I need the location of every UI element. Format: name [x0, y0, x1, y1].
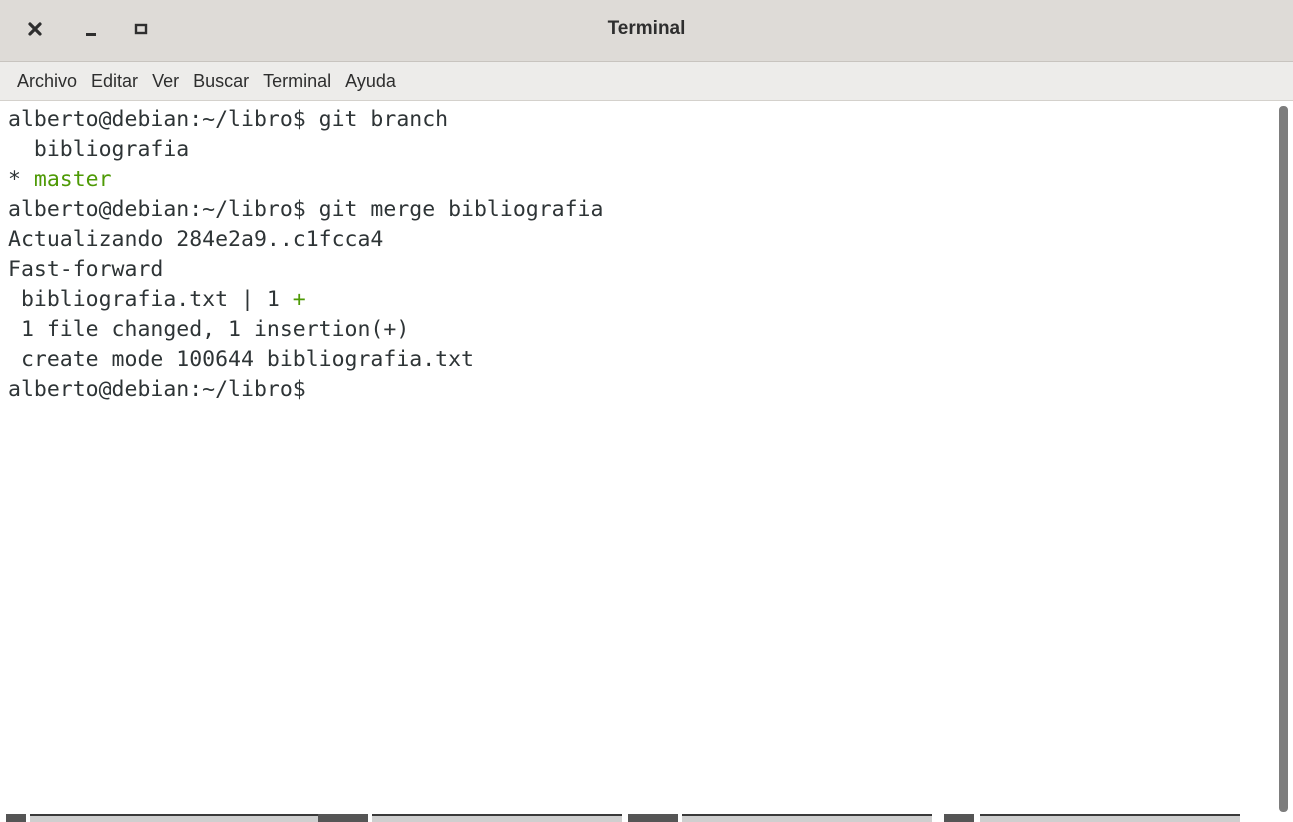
terminal-output[interactable]: alberto@debian:~/libro$ git branch bibli…: [0, 101, 1271, 815]
line-text: Actualizando 284e2a9..c1fcca4: [8, 227, 384, 252]
terminal-prompt-line: alberto@debian:~/libro$: [8, 375, 1271, 405]
menu-bar: Archivo Editar Ver Buscar Terminal Ayuda: [0, 62, 1293, 101]
terminal-window: Terminal Archivo Editar Ver Buscar Termi…: [0, 0, 1293, 822]
taskbar-item: [980, 814, 1240, 822]
terminal-line: alberto@debian:~/libro$ git merge biblio…: [8, 195, 1271, 225]
menu-buscar[interactable]: Buscar: [187, 67, 255, 96]
scrollbar[interactable]: [1271, 101, 1293, 822]
window-title: Terminal: [607, 18, 686, 39]
terminal-line: 1 file changed, 1 insertion(+): [8, 315, 1271, 345]
current-branch: master: [33, 167, 112, 192]
taskbar-item: [682, 814, 932, 822]
line-prefix: bibliografia.txt | 1: [8, 287, 293, 312]
terminal-line: Actualizando 284e2a9..c1fcca4: [8, 225, 1271, 255]
menu-ayuda[interactable]: Ayuda: [339, 67, 402, 96]
terminal-line: bibliografia: [8, 135, 1271, 165]
taskbar-app-icon: [318, 814, 368, 822]
line-text: Fast-forward: [8, 257, 164, 282]
title-bar[interactable]: Terminal: [0, 0, 1293, 62]
taskbar-app-icon: [6, 814, 26, 822]
menu-archivo[interactable]: Archivo: [11, 67, 83, 96]
background-taskbar: [0, 812, 1293, 822]
taskbar-item: [30, 814, 320, 822]
menu-editar[interactable]: Editar: [85, 67, 144, 96]
line-prefix: *: [8, 167, 34, 192]
prompt-text: alberto@debian:~/libro$: [8, 377, 319, 402]
line-text: alberto@debian:~/libro$ git merge biblio…: [8, 197, 604, 222]
terminal-line: create mode 100644 bibliografia.txt: [8, 345, 1271, 375]
terminal-line: bibliografia.txt | 1 +: [8, 285, 1271, 315]
scrollbar-thumb[interactable]: [1278, 105, 1289, 813]
insertion-plus: +: [292, 287, 306, 312]
line-text: bibliografia: [8, 137, 190, 162]
terminal-line: * master: [8, 165, 1271, 195]
menu-terminal[interactable]: Terminal: [257, 67, 337, 96]
taskbar-app-icon: [944, 814, 974, 822]
taskbar-app-icon: [628, 814, 678, 822]
menu-ver[interactable]: Ver: [146, 67, 185, 96]
taskbar-item: [372, 814, 622, 822]
terminal-line: alberto@debian:~/libro$ git branch: [8, 105, 1271, 135]
line-text: create mode 100644 bibliografia.txt: [8, 347, 474, 372]
terminal-line: Fast-forward: [8, 255, 1271, 285]
line-text: alberto@debian:~/libro$ git branch: [8, 107, 449, 132]
line-text: 1 file changed, 1 insertion(+): [8, 317, 410, 342]
